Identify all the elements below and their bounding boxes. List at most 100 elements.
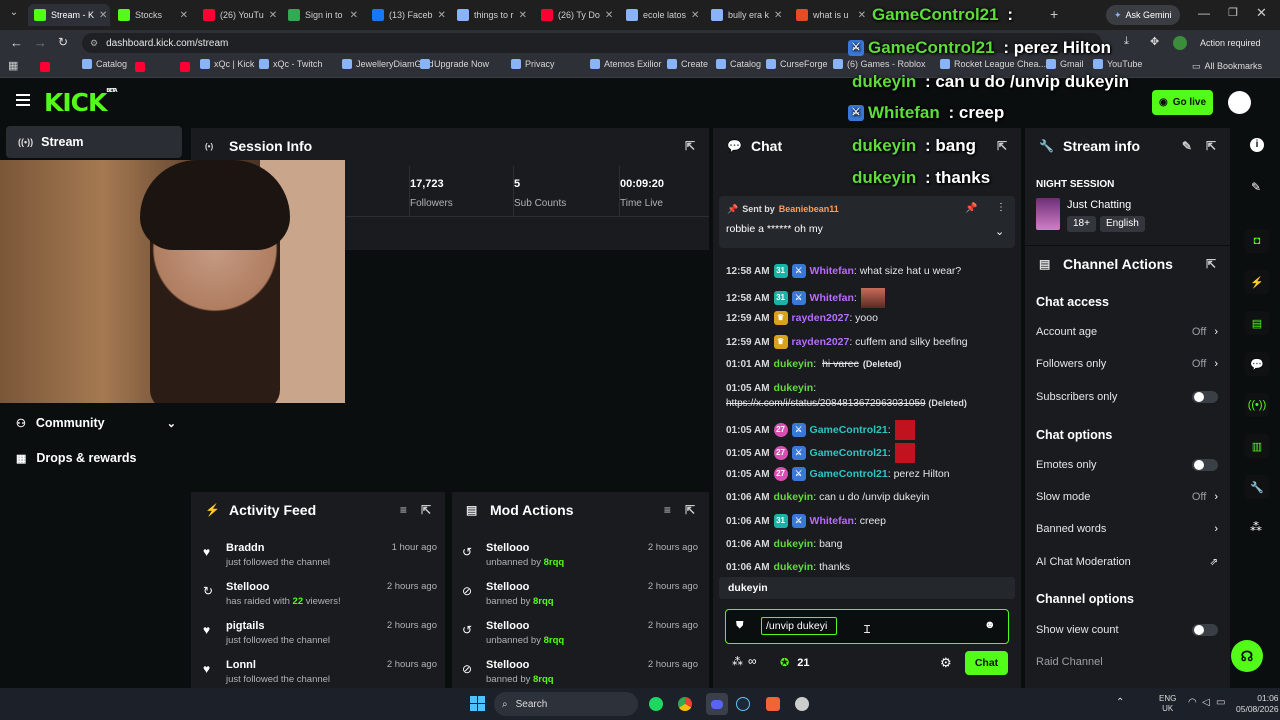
chat-username[interactable]: GameControl21 [810, 447, 888, 459]
youtube-bookmark-icon[interactable] [180, 62, 190, 72]
info-icon[interactable]: i [1250, 138, 1264, 152]
site-info-icon[interactable]: ⚙ [90, 38, 98, 49]
chat-message[interactable]: 12:58 AM 31 ⚔ Whitefan: [726, 288, 885, 308]
pencil-icon[interactable]: ✎ [1251, 180, 1261, 194]
sidebar-item-stream[interactable]: ((•)) Stream [6, 126, 182, 158]
bookmark-item[interactable]: Catalog [82, 59, 127, 69]
curseforge-icon[interactable] [766, 697, 780, 711]
mod-action-row[interactable]: ↺ Stellooo unbanned by 8rqq 2 hours ago [462, 542, 698, 568]
tools-icon[interactable]: 🔧 [1245, 475, 1269, 499]
sidebar-item-drops[interactable]: ▦ Drops & rewards [16, 451, 136, 465]
new-tab-icon[interactable]: + [1050, 6, 1058, 22]
apps-grid-icon[interactable]: ▦ [8, 59, 18, 72]
activity-row[interactable]: ♥ pigtails just followed the channel 2 hour… [203, 620, 437, 646]
popout-icon[interactable]: ⇱ [997, 139, 1007, 153]
infinity-icon[interactable]: ∞ [748, 654, 757, 668]
browser-tab[interactable]: bully era k ✕ [705, 4, 787, 26]
connections-icon[interactable]: ⁂ [732, 655, 743, 668]
tab-close-icon[interactable]: ✕ [858, 10, 866, 21]
bookmark-item[interactable]: (6) Games - Roblox [833, 59, 926, 69]
wifi-icon[interactable]: ◠ [1188, 697, 1197, 708]
chat-username[interactable]: rayden2027 [792, 336, 850, 348]
spotify-icon[interactable] [649, 697, 663, 711]
chat-message[interactable]: 01:05 AM 27 ⚔ GameControl21: [726, 443, 915, 463]
sidebar-item-community[interactable]: ⚇ Community ⌄ [16, 416, 176, 430]
browser-tab[interactable]: Sign in to ✕ [282, 4, 364, 26]
browser-tab[interactable]: ecole latos ✕ [620, 4, 702, 26]
browser-tab[interactable]: Stream - K ✕ [28, 4, 110, 26]
popout-icon[interactable]: ⇱ [1206, 139, 1216, 153]
chat-link[interactable]: https://x.com/i/status/20848136729630310… [726, 398, 926, 409]
bookmark-item[interactable]: Atemos Exilior [590, 59, 662, 69]
chat-message[interactable]: 01:06 AM 31 ⚔ Whitefan: creep [726, 514, 886, 528]
start-icon[interactable] [470, 696, 485, 711]
popout-icon[interactable]: ⇱ [685, 139, 695, 153]
chat-message[interactable]: 01:06 AM dukeyin: can u do /unvip dukeyin [726, 491, 929, 503]
bookmark-item[interactable]: xQc | Kick [200, 59, 254, 69]
pin-icon[interactable]: 📌 [965, 203, 977, 214]
popout-icon[interactable]: ⇱ [421, 503, 431, 517]
tab-close-icon[interactable]: ✕ [350, 10, 358, 21]
tab-close-icon[interactable]: ✕ [774, 10, 782, 21]
mod-action-row[interactable]: ↺ Stellooo unbanned by 8rqq 2 hours ago [462, 620, 698, 646]
extensions-icon[interactable]: ✥ [1150, 35, 1159, 48]
volume-icon[interactable]: ◁ [1202, 697, 1210, 708]
chat-send-button[interactable]: Chat [965, 651, 1008, 675]
tab-close-icon[interactable]: ✕ [605, 10, 613, 21]
minimize-icon[interactable]: — [1198, 6, 1210, 20]
mention-suggestion[interactable]: dukeyin [719, 577, 1015, 599]
chat-username[interactable]: GameControl21 [810, 424, 888, 436]
activity-row[interactable]: ♥ Braddn just followed the channel 1 hour a… [203, 542, 437, 568]
pinned-message[interactable]: 📌 Sent by Beaniebean11 robbie a ****** o… [719, 196, 1015, 248]
popout-icon[interactable]: ⇱ [1206, 257, 1216, 271]
chevron-down-icon[interactable]: ⌄ [995, 225, 1004, 238]
bookmark-item[interactable]: Privacy [511, 59, 555, 69]
tab-close-icon[interactable]: ✕ [438, 10, 446, 21]
banned-words-row[interactable]: Banned words › [1036, 523, 1218, 535]
chat-username[interactable]: dukeyin [774, 358, 814, 370]
shield-icon[interactable]: ⛊ [736, 620, 744, 631]
chat-settings-icon[interactable]: ⚙ [940, 655, 952, 671]
bookmark-item[interactable]: Upgrade Now [420, 59, 489, 69]
chat-message[interactable]: 12:59 AM ♛ rayden2027: cuffem and silky be… [726, 335, 968, 349]
reload-icon[interactable]: ↻ [58, 35, 68, 49]
steam-icon[interactable] [736, 697, 750, 711]
bookmark-item[interactable]: Create [667, 59, 708, 69]
go-live-button[interactable]: ◉ Go live [1152, 90, 1213, 115]
language-indicator[interactable]: ENG UK [1159, 694, 1176, 714]
chat-username[interactable]: rayden2027 [792, 312, 850, 324]
notes-icon[interactable]: ▤ [1245, 311, 1269, 335]
emoji-icon[interactable]: ☻ [984, 619, 996, 631]
camera-icon[interactable]: ◘ [1245, 229, 1269, 253]
activity-row[interactable]: ↻ Stellooo has raided with 22 viewers! 2 ho… [203, 581, 437, 607]
ai-moderation-row[interactable]: AI Chat Moderation ⇗ [1036, 556, 1218, 568]
filter-icon[interactable]: ≡ [400, 503, 407, 517]
emotes-only-row[interactable]: Emotes only [1036, 459, 1218, 471]
chat-input-box[interactable]: ⛊ /unvip dukeyi Ɪ ☻ [725, 609, 1009, 644]
activity-row[interactable]: ♥ Lonnl just followed the channel 2 hours a… [203, 659, 437, 685]
close-window-icon[interactable]: ✕ [1256, 5, 1267, 21]
browser-tab[interactable]: things to r ✕ [451, 4, 533, 26]
chat-username[interactable]: Whitefan [810, 515, 854, 527]
discord-icon[interactable] [706, 693, 728, 715]
bolt-icon[interactable]: ⚡ [1245, 270, 1269, 294]
emotes-only-toggle[interactable] [1192, 459, 1218, 471]
download-icon[interactable]: ⤓ [1124, 35, 1129, 48]
tab-list-icon[interactable]: ⌄ [6, 7, 22, 23]
back-icon[interactable]: ← [10, 35, 23, 50]
chat-username[interactable]: Whitefan [810, 292, 854, 304]
tab-close-icon[interactable]: ✕ [180, 10, 188, 21]
action-required-label[interactable]: Action required [1200, 38, 1261, 48]
user-avatar[interactable] [1228, 91, 1251, 114]
kick-logo[interactable]: KICKBETA [44, 88, 118, 117]
bookmark-item[interactable]: Gmail [1046, 59, 1084, 69]
popout-icon[interactable]: ⇱ [685, 503, 695, 517]
bookmark-item[interactable]: Rocket League Chea... [940, 59, 1046, 69]
menu-icon[interactable] [16, 94, 30, 106]
slow-mode-row[interactable]: Slow mode Off › [1036, 491, 1218, 503]
clock[interactable]: 01:06 05/08/2026 [1236, 693, 1279, 715]
taskbar-search[interactable]: ⌕ Search [494, 692, 638, 716]
more-options-icon[interactable]: ⋮ [996, 202, 1006, 213]
forward-icon[interactable]: → [34, 35, 47, 50]
layout-icon[interactable]: ▥ [1245, 434, 1269, 458]
